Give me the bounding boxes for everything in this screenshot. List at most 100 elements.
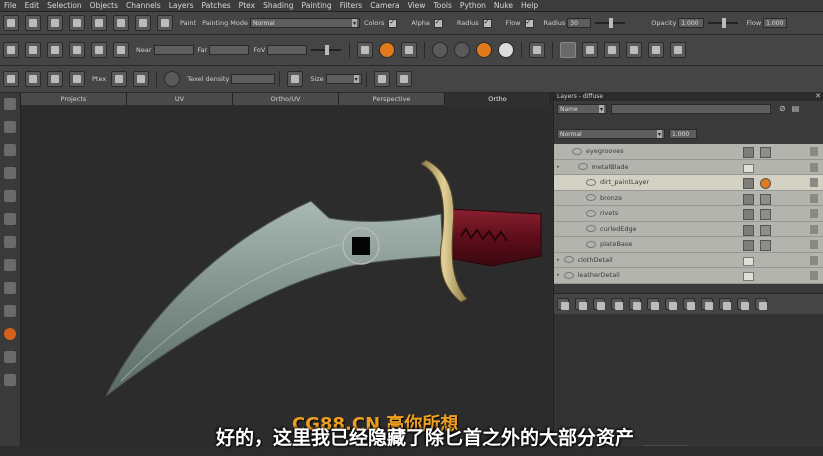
paste-icon[interactable] xyxy=(395,71,412,87)
layer-row[interactable]: plateBase xyxy=(554,237,823,253)
visibility-eye-icon[interactable] xyxy=(586,225,596,233)
frame-icon[interactable] xyxy=(529,42,546,58)
layer-opacity-field[interactable]: 1.000 xyxy=(669,128,697,139)
patch-select-icon[interactable] xyxy=(4,121,16,133)
tab-ortho[interactable]: Ortho xyxy=(445,93,551,105)
layer-up-icon[interactable] xyxy=(25,71,41,87)
mask-thumbnail-icon[interactable] xyxy=(760,209,771,220)
menu-item-view[interactable]: View xyxy=(404,1,430,10)
lock-icon[interactable] xyxy=(810,224,818,234)
paint-layer-icon[interactable] xyxy=(760,178,771,189)
camera-icon[interactable] xyxy=(25,42,41,58)
menu-item-painting[interactable]: Painting xyxy=(298,1,336,10)
copy-icon[interactable] xyxy=(373,71,390,87)
eyedropper-icon[interactable] xyxy=(135,15,151,31)
move-icon[interactable] xyxy=(4,190,16,202)
layer-down-icon[interactable] xyxy=(47,71,63,87)
expand-icon[interactable]: ▸ xyxy=(557,164,560,170)
mask-thumbnail-icon[interactable] xyxy=(760,224,771,236)
ptex-grid-icon[interactable] xyxy=(133,71,150,87)
visibility-eye-icon[interactable] xyxy=(586,209,596,217)
layer-row[interactable]: ▸ leatherDetail xyxy=(554,268,823,284)
layer-stack-icon[interactable] xyxy=(3,71,19,87)
smudge-icon[interactable] xyxy=(4,282,16,294)
menu-item-objects[interactable]: Objects xyxy=(86,1,122,10)
resize-icon[interactable] xyxy=(287,71,304,87)
ptex-resize-icon[interactable] xyxy=(111,71,128,87)
hand-icon[interactable] xyxy=(4,144,16,156)
lock-icon[interactable] xyxy=(401,42,418,58)
transform-icon[interactable] xyxy=(157,15,173,31)
paint-projection-icon[interactable] xyxy=(379,42,396,58)
menu-item-python[interactable]: Python xyxy=(456,1,490,10)
merge-layer-icon[interactable] xyxy=(647,298,659,310)
zoom-icon[interactable] xyxy=(4,167,16,179)
layer-row[interactable]: dirt_paintLayer xyxy=(554,175,823,191)
clone-icon[interactable] xyxy=(47,15,63,31)
pipette-icon[interactable] xyxy=(4,305,16,317)
near-field[interactable] xyxy=(153,45,194,55)
menu-item-patches[interactable]: Patches xyxy=(198,1,235,10)
visibility-eye-icon[interactable] xyxy=(563,271,574,279)
fov-field[interactable] xyxy=(267,45,308,55)
lock-icon[interactable] xyxy=(810,271,818,280)
menu-item-nuke[interactable]: Nuke xyxy=(490,1,517,10)
opacity-slider[interactable] xyxy=(708,18,739,28)
menu-item-layers[interactable]: Layers xyxy=(165,1,198,10)
lock-icon[interactable] xyxy=(810,147,818,156)
group-layer-icon[interactable] xyxy=(629,298,641,310)
layer-mask-icon[interactable] xyxy=(611,298,623,310)
drop-icon[interactable] xyxy=(4,236,16,248)
visibility-eye-icon[interactable] xyxy=(586,240,596,248)
layer-row[interactable]: eyegrooves xyxy=(554,144,823,160)
radius-slider[interactable] xyxy=(595,18,626,28)
menu-item-selection[interactable]: Selection xyxy=(43,1,86,10)
menu-item-camera[interactable]: Camera xyxy=(366,1,403,10)
eraser-tool-icon[interactable] xyxy=(4,374,16,386)
flat-shading-icon[interactable] xyxy=(432,42,449,58)
size-dropdown[interactable] xyxy=(325,74,362,84)
menu-item-ptex[interactable]: Ptex xyxy=(235,1,259,10)
flatten-icon[interactable] xyxy=(665,298,677,310)
layer-row[interactable]: rivets xyxy=(554,206,823,222)
full-shading-icon[interactable] xyxy=(498,42,515,58)
radius-field[interactable]: 30 xyxy=(567,18,592,28)
mask-thumbnail-icon[interactable] xyxy=(760,193,771,205)
texel-globe-icon[interactable] xyxy=(164,71,181,87)
menu-item-edit[interactable]: Edit xyxy=(21,1,44,10)
add-layer-icon[interactable] xyxy=(557,298,569,310)
adjustment-layer-icon[interactable] xyxy=(593,298,605,310)
menu-item-filters[interactable]: Filters xyxy=(336,1,366,10)
opacity-field[interactable]: 1.000 xyxy=(678,18,705,28)
lock-icon[interactable] xyxy=(810,240,818,249)
layer-row[interactable]: curledEdge xyxy=(554,221,823,237)
shading-icon[interactable] xyxy=(357,42,374,58)
layer-row[interactable]: ▸ clothDetail xyxy=(554,252,823,268)
horizontal-guide-icon[interactable] xyxy=(604,42,621,58)
smear-icon[interactable] xyxy=(69,15,85,31)
brush-stroke-icon[interactable] xyxy=(4,213,16,225)
mask-icon[interactable] xyxy=(69,71,85,87)
vertical-guide-icon[interactable] xyxy=(582,42,599,58)
menu-item-file[interactable]: File xyxy=(0,1,21,10)
layer-folder-icon[interactable] xyxy=(701,298,713,310)
lock-icon[interactable] xyxy=(810,255,818,265)
radius-checkbox[interactable] xyxy=(482,18,492,28)
mask-thumbnail-icon[interactable] xyxy=(760,240,771,251)
hash-grid-icon[interactable] xyxy=(626,42,643,58)
flow-checkbox[interactable] xyxy=(524,18,534,28)
wand-icon[interactable] xyxy=(113,42,129,58)
crosshair-icon[interactable] xyxy=(560,42,577,58)
globe-icon[interactable] xyxy=(4,351,16,363)
grid-paint-icon[interactable] xyxy=(4,259,16,271)
lock-icon[interactable] xyxy=(810,162,818,172)
3d-viewport[interactable] xyxy=(21,106,551,456)
select-arrow-icon[interactable] xyxy=(4,98,16,110)
flow-field[interactable]: 1.000 xyxy=(763,18,788,28)
menu-item-shading[interactable]: Shading xyxy=(259,1,297,10)
close-icon[interactable]: ✕ xyxy=(815,92,821,101)
menu-item-channels[interactable]: Channels xyxy=(122,1,165,10)
menu-item-tools[interactable]: Tools xyxy=(429,1,455,10)
layer-row[interactable]: bronze xyxy=(554,190,823,206)
blur-icon[interactable] xyxy=(91,15,107,31)
